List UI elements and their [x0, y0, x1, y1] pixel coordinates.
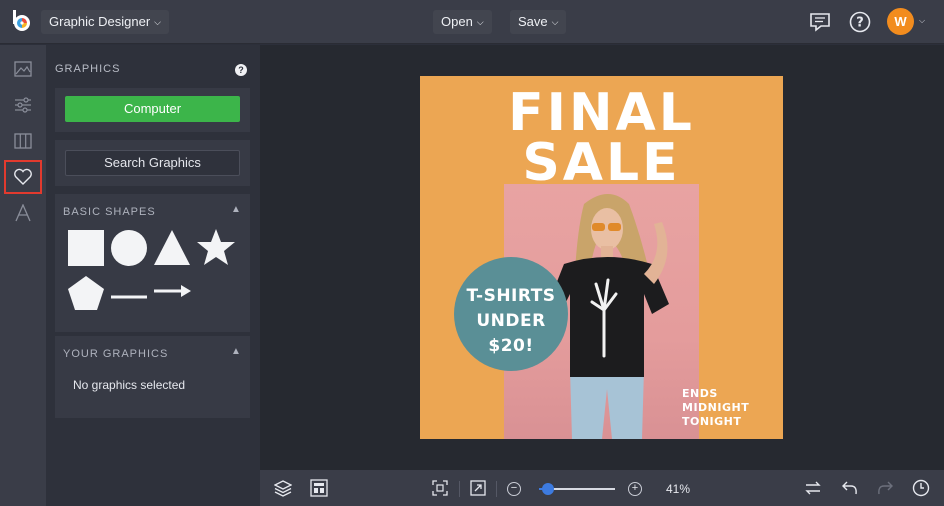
shape-square[interactable] — [67, 229, 105, 272]
divider — [496, 481, 497, 497]
basic-shapes-section: BASIC SHAPES ▲ — [55, 194, 250, 332]
history-icon[interactable] — [911, 478, 931, 498]
rail-item-text[interactable] — [4, 196, 42, 230]
zoom-slider-handle[interactable] — [542, 483, 554, 495]
app-title: Graphic Designer — [49, 14, 151, 29]
panel-title: GRAPHICS — [55, 63, 121, 75]
chevron-down-icon: ⌵ — [551, 17, 559, 27]
zoom-level: 41% — [666, 482, 691, 496]
graphics-panel: GRAPHICS ? Computer Search Graphics BASI… — [46, 45, 260, 506]
chevron-up-icon[interactable]: ▲ — [231, 204, 241, 215]
top-bar: Graphic Designer ⌵ Open ⌵ Save ⌵ ? W ⌵ — [0, 0, 944, 44]
undo-icon[interactable] — [840, 478, 860, 498]
app-title-dropdown[interactable]: Graphic Designer ⌵ — [41, 10, 169, 34]
heart-icon — [14, 168, 32, 185]
image-icon — [14, 61, 32, 77]
zoom-out-button[interactable]: − — [507, 482, 521, 496]
ends-text-line2[interactable]: MIDNIGHT — [682, 401, 749, 414]
circle-text-line2[interactable]: UNDER — [454, 311, 568, 331]
save-label: Save — [518, 14, 548, 29]
ends-text-line1[interactable]: ENDS — [682, 387, 718, 400]
divider — [459, 481, 460, 497]
canvas-area: FINAL SALE T-SHIRTS UNDER $20! ENDS MIDN… — [260, 45, 944, 470]
rail-item-graphics[interactable] — [4, 160, 42, 194]
fit-screen-icon[interactable] — [430, 478, 450, 498]
text-icon — [15, 204, 31, 222]
circle-text-line3[interactable]: $20! — [454, 336, 568, 356]
design-canvas[interactable]: FINAL SALE T-SHIRTS UNDER $20! ENDS MIDN… — [420, 76, 783, 439]
shape-pentagon[interactable] — [67, 275, 105, 316]
redo-icon[interactable] — [875, 478, 895, 498]
your-graphics-title: YOUR GRAPHICS — [63, 348, 169, 360]
expand-icon[interactable] — [468, 478, 488, 498]
poster-title-line2[interactable]: SALE — [420, 137, 783, 189]
tool-rail — [0, 45, 46, 506]
adjustments-icon — [15, 97, 31, 113]
shape-arrow[interactable] — [153, 284, 193, 303]
computer-upload-button[interactable]: Computer — [65, 96, 240, 122]
chevron-down-icon: ⌵ — [154, 17, 161, 27]
save-button[interactable]: Save ⌵ — [510, 10, 567, 34]
open-label: Open — [441, 14, 473, 29]
empty-state-text: No graphics selected — [73, 378, 186, 392]
poster-title-line1[interactable]: FINAL — [420, 87, 783, 139]
rail-item-adjustments[interactable] — [4, 88, 42, 122]
rail-item-image[interactable] — [4, 52, 42, 86]
zoom-in-button[interactable]: + — [628, 482, 642, 496]
help-icon[interactable]: ? — [235, 64, 247, 76]
search-card: Search Graphics — [55, 140, 250, 186]
frames-icon — [14, 133, 32, 149]
user-avatar[interactable]: W — [887, 8, 914, 35]
rail-item-frames[interactable] — [4, 124, 42, 158]
shape-line[interactable] — [110, 288, 148, 306]
layers-icon[interactable] — [273, 478, 293, 498]
search-graphics-button[interactable]: Search Graphics — [65, 150, 240, 176]
your-graphics-section: YOUR GRAPHICS ▲ No graphics selected — [55, 336, 250, 418]
circle-text-line1[interactable]: T-SHIRTS — [454, 286, 568, 306]
layout-icon[interactable] — [309, 478, 329, 498]
bottom-toolbar: − + 41% — [260, 470, 944, 506]
flip-icon[interactable] — [803, 478, 823, 498]
chevron-up-icon[interactable]: ▲ — [231, 346, 241, 357]
svg-text:?: ? — [856, 16, 864, 31]
open-button[interactable]: Open ⌵ — [433, 10, 492, 34]
help-icon[interactable]: ? — [848, 10, 872, 34]
comments-icon[interactable] — [808, 10, 832, 34]
chevron-down-icon: ⌵ — [476, 17, 484, 27]
basic-shapes-title: BASIC SHAPES — [63, 206, 156, 218]
app-logo-icon[interactable] — [10, 9, 34, 33]
shape-star[interactable] — [196, 227, 236, 272]
shape-circle[interactable] — [110, 229, 148, 272]
ends-text-line3[interactable]: TONIGHT — [682, 415, 741, 428]
chevron-down-icon[interactable]: ⌵ — [919, 16, 925, 26]
avatar-initial: W — [894, 14, 907, 29]
upload-card: Computer — [55, 88, 250, 132]
shape-triangle[interactable] — [153, 228, 191, 271]
